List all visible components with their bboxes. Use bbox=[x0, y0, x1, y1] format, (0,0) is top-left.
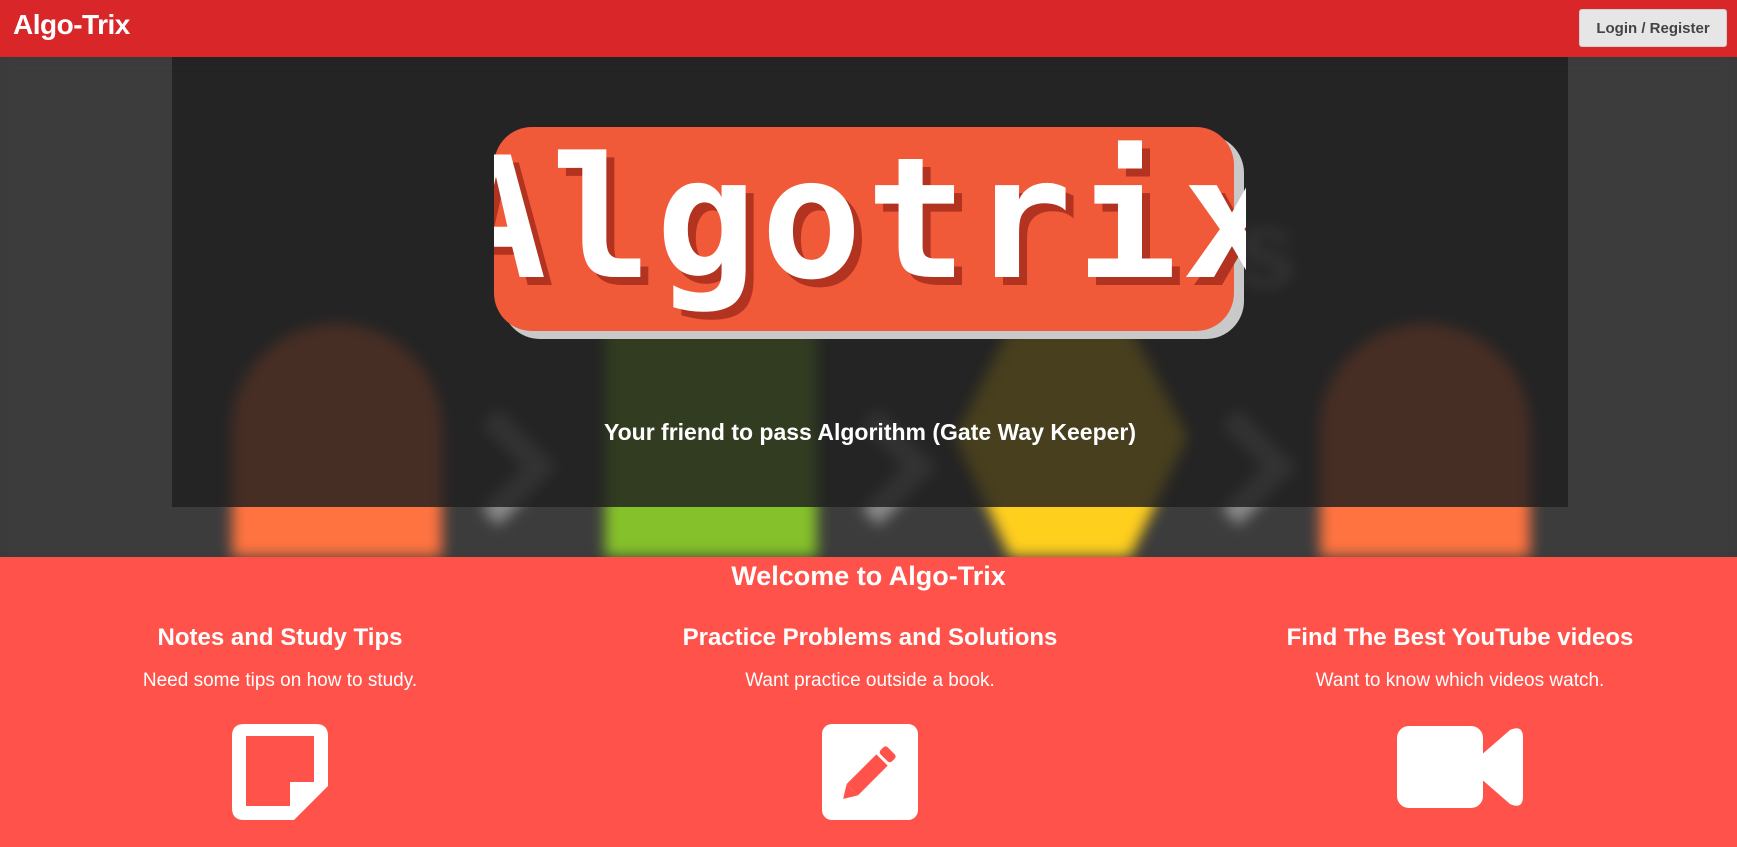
feature-notes: Notes and Study Tips Need some tips on h… bbox=[0, 624, 560, 827]
navbar: Algo-Trix Login / Register bbox=[0, 0, 1737, 57]
feature-practice: Practice Problems and Solutions Want pra… bbox=[590, 624, 1150, 827]
feature-videos: Find The Best YouTube videos Want to kno… bbox=[1180, 624, 1737, 817]
feature-title[interactable]: Find The Best YouTube videos bbox=[1180, 624, 1737, 652]
svg-text:Algotrix: Algotrix bbox=[494, 127, 1246, 317]
hero-tagline: Your friend to pass Algorithm (Gate Way … bbox=[603, 419, 1137, 445]
feature-title[interactable]: Practice Problems and Solutions bbox=[590, 624, 1150, 652]
login-register-button[interactable]: Login / Register bbox=[1579, 9, 1727, 47]
feature-title[interactable]: Notes and Study Tips bbox=[0, 624, 560, 652]
video-camera-icon[interactable] bbox=[1395, 722, 1525, 817]
brand-logo-text[interactable]: Algo-Trix bbox=[13, 9, 130, 41]
welcome-heading: Welcome to Algo-Trix bbox=[731, 561, 1006, 591]
pencil-square-icon[interactable] bbox=[820, 722, 920, 827]
sticky-note-icon[interactable] bbox=[230, 722, 330, 827]
feature-description: Want practice outside a book. bbox=[745, 670, 995, 691]
hero-banner: s Algotrix Algotrix Your friend to pass … bbox=[0, 57, 1737, 557]
feature-description: Need some tips on how to study. bbox=[142, 670, 418, 691]
feature-description: Want to know which videos watch. bbox=[1315, 670, 1605, 691]
algotrix-logo: Algotrix Algotrix bbox=[494, 127, 1246, 339]
